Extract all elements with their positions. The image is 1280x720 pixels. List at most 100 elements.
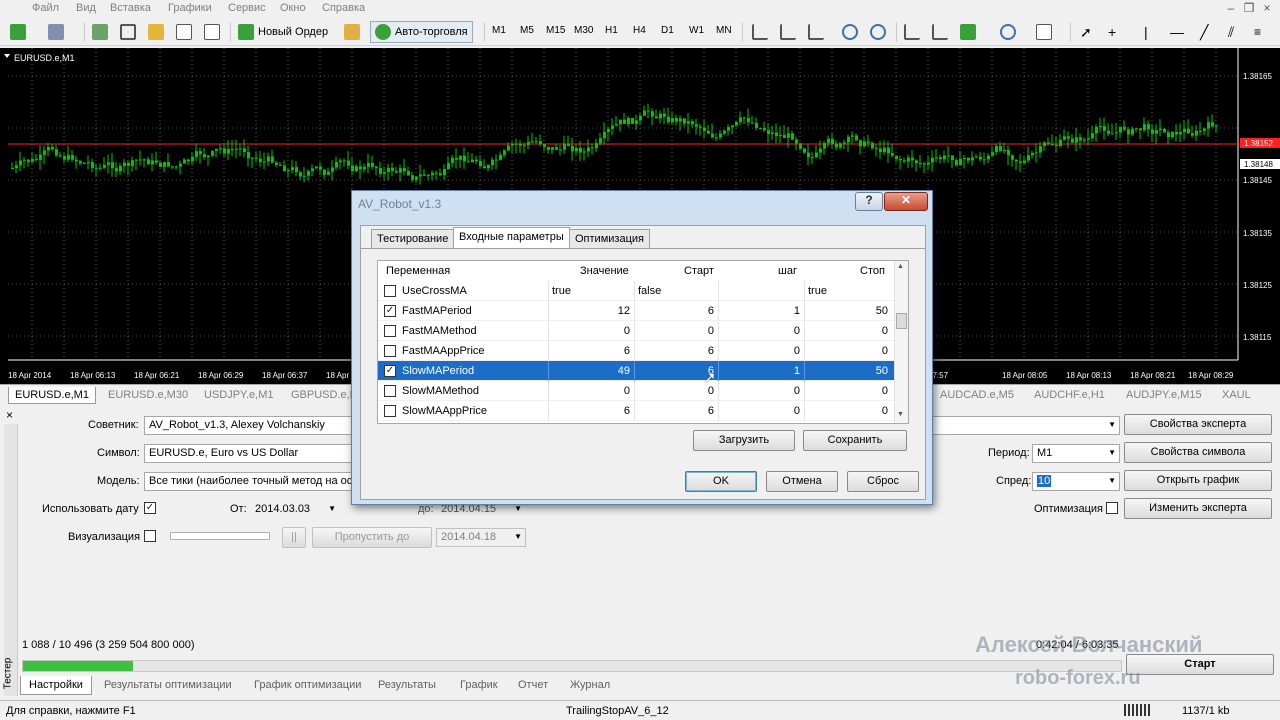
model-select[interactable]: Все тики (наиболее точный метод на осн (144, 472, 352, 491)
edit-expert-button[interactable]: Изменить эксперта (1124, 498, 1272, 519)
tester-button[interactable] (204, 21, 220, 43)
profiles-button[interactable] (48, 21, 64, 43)
optimization-checkbox[interactable] (1106, 502, 1118, 514)
reset-button[interactable]: Сброс (847, 471, 919, 492)
open-chart-button[interactable]: Открыть график (1124, 470, 1272, 491)
col-value[interactable]: Значение (580, 265, 629, 277)
tf-m1[interactable]: M1 (492, 25, 506, 36)
candles-button[interactable] (780, 21, 796, 43)
use-date-checkbox[interactable]: ✓ (144, 502, 156, 514)
chart-tab-xaul[interactable]: XAUL (1216, 387, 1257, 404)
param-value[interactable]: 12 (618, 305, 630, 317)
tab-report[interactable]: Отчет (510, 676, 556, 695)
cursor-button[interactable]: ➚ (1080, 21, 1092, 43)
load-button[interactable]: Загрузить (693, 430, 795, 451)
param-step[interactable]: 0 (794, 325, 800, 337)
chart-tab-usdjpy-m1[interactable]: USDJPY.e,M1 (198, 387, 280, 404)
spread-select[interactable]: 10 ▼ (1032, 472, 1120, 491)
table-row[interactable]: ✓ SlowMAPeriod 49 6 50 1 (378, 361, 894, 381)
chart-tab-eurusd-m30[interactable]: EURUSD.e,M30 (102, 387, 194, 404)
param-step[interactable]: 0 (794, 385, 800, 397)
save-button[interactable]: Сохранить (803, 430, 907, 451)
expert-properties-button[interactable]: Свойства эксперта (1124, 414, 1272, 435)
tf-d1[interactable]: D1 (661, 25, 674, 36)
param-optimize-checkbox[interactable]: ✓ (384, 305, 396, 317)
help-button[interactable]: ? (855, 192, 883, 211)
crosshair-button[interactable]: + (1108, 21, 1116, 43)
close-window-icon[interactable]: × (1258, 1, 1276, 15)
param-step[interactable]: 1 (794, 305, 800, 317)
table-row[interactable]: SlowMAMethod 0 0 0 0 (378, 381, 894, 401)
param-start[interactable]: 6 (708, 345, 714, 357)
zoom-out-button[interactable] (870, 21, 886, 43)
table-row[interactable]: UseCrossMA true false true (378, 281, 894, 301)
period-select[interactable]: M1 ▼ (1032, 444, 1120, 463)
symbol-select[interactable]: EURUSD.e, Euro vs US Dollar (144, 444, 352, 463)
menu-window[interactable]: Окно (280, 2, 306, 14)
fibo-button[interactable]: ≡ (1254, 21, 1261, 43)
chart-tab-audcad-m5[interactable]: AUDCAD.e,M5 (934, 387, 1020, 404)
horizontal-line-button[interactable]: — (1170, 21, 1184, 43)
param-start[interactable]: 6 (708, 305, 714, 317)
line-chart-button[interactable] (808, 21, 824, 43)
periods-button[interactable] (1000, 21, 1016, 43)
speed-slider[interactable] (170, 532, 270, 540)
tf-h1[interactable]: H1 (605, 25, 618, 36)
cancel-button[interactable]: Отмена (766, 471, 838, 492)
param-stop[interactable]: 0 (882, 385, 888, 397)
param-value[interactable]: 49 (618, 365, 630, 377)
restore-icon[interactable]: ❐ (1240, 1, 1258, 15)
menu-charts[interactable]: Графики (168, 2, 212, 14)
tab-results[interactable]: Результаты (370, 676, 444, 695)
metaeditor-button[interactable] (344, 21, 360, 43)
param-stop[interactable]: 0 (882, 405, 888, 417)
col-start[interactable]: Старт (684, 265, 714, 277)
scroll-up-icon[interactable]: ▲ (897, 263, 904, 270)
col-variable[interactable]: Переменная (386, 265, 450, 277)
tf-m15[interactable]: M15 (546, 25, 565, 36)
table-row[interactable]: SlowMAAppPrice 6 6 0 0 (378, 401, 894, 421)
visualization-checkbox[interactable] (144, 530, 156, 542)
param-optimize-checkbox[interactable]: ✓ (384, 365, 396, 377)
minimize-icon[interactable]: – (1222, 1, 1240, 15)
tab-graph[interactable]: График (452, 676, 506, 695)
tab-optimization-graph[interactable]: График оптимизации (246, 676, 369, 695)
vertical-line-button[interactable]: | (1144, 21, 1148, 43)
tf-w1[interactable]: W1 (689, 25, 704, 36)
param-optimize-checkbox[interactable] (384, 325, 396, 337)
new-order-button[interactable]: Новый Ордер (238, 21, 328, 43)
trendline-button[interactable]: ╱ (1200, 21, 1208, 43)
tab-testing[interactable]: Тестирование (371, 229, 455, 249)
param-value[interactable]: 6 (624, 405, 630, 417)
param-value[interactable]: 0 (624, 385, 630, 397)
param-optimize-checkbox[interactable] (384, 285, 396, 297)
from-date-picker[interactable]: 2014.03.03 ▼ (250, 500, 340, 519)
bar-chart-button[interactable] (752, 21, 768, 43)
param-value[interactable]: 0 (624, 325, 630, 337)
channel-button[interactable]: ⫽ (1228, 21, 1234, 43)
chart-tab-audjpy-m15[interactable]: AUDJPY.e,M15 (1120, 387, 1208, 404)
templates-button[interactable] (1036, 21, 1052, 43)
skip-to-button[interactable]: Пропустить до (312, 527, 432, 548)
terminal-button[interactable] (176, 21, 192, 43)
col-stop[interactable]: Стоп (860, 265, 885, 277)
indicators-button[interactable] (960, 21, 976, 43)
data-window-button[interactable] (120, 21, 136, 43)
pause-button[interactable]: || (282, 527, 306, 548)
zoom-in-button[interactable] (842, 21, 858, 43)
auto-trading-button[interactable]: Авто-торговля (370, 21, 473, 43)
menu-view[interactable]: Вид (76, 2, 96, 14)
tab-optimization[interactable]: Оптимизация (569, 229, 650, 249)
chart-tab-eurusd-m1[interactable]: EURUSD.e,M1 (8, 387, 96, 404)
param-stop[interactable]: true (808, 285, 827, 297)
menu-insert[interactable]: Вставка (110, 2, 151, 14)
new-chart-button[interactable] (10, 21, 26, 43)
table-row[interactable]: ✓ FastMAPeriod 12 6 50 1 (378, 301, 894, 321)
scroll-down-icon[interactable]: ▼ (897, 411, 904, 418)
navigator-button[interactable] (148, 21, 164, 43)
market-watch-button[interactable] (92, 21, 108, 43)
dialog-close-button[interactable]: ✕ (884, 192, 928, 211)
param-stop[interactable]: 50 (876, 365, 888, 377)
symbol-properties-button[interactable]: Свойства символа (1124, 442, 1272, 463)
param-step[interactable]: 1 (794, 365, 800, 377)
